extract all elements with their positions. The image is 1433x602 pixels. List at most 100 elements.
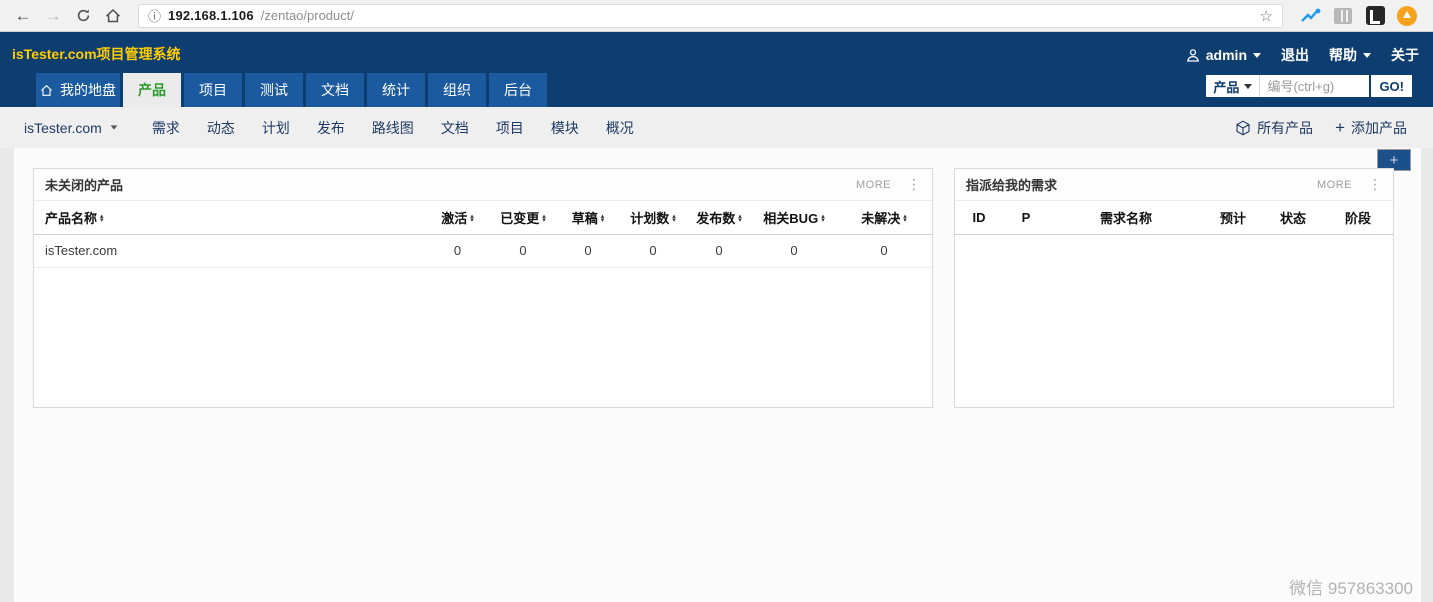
main-nav-tabs: 我的地盘 产品 项目 测试 文档 统计 组织 后台 xyxy=(36,73,547,107)
changed-count: 0 xyxy=(490,234,556,267)
tab-test[interactable]: 测试 xyxy=(245,73,303,107)
bug-count: 0 xyxy=(752,234,836,267)
sub-nav-links: 需求 动态 计划 发布 路线图 文档 项目 模块 概况 xyxy=(152,118,634,138)
kebab-menu-icon[interactable]: ⋮ xyxy=(907,176,921,193)
subnav-item-plan[interactable]: 计划 xyxy=(262,118,290,138)
tab-label: 后台 xyxy=(504,80,532,100)
tab-label: 组织 xyxy=(443,80,471,100)
sort-icon: ▴▾ xyxy=(542,215,546,224)
stories-panel-title: 指派给我的需求 xyxy=(966,175,1057,194)
tab-my-dashboard[interactable]: 我的地盘 xyxy=(36,73,120,107)
products-panel-header: 未关闭的产品 MORE ⋮ xyxy=(34,169,932,201)
all-products-link[interactable]: 所有产品 xyxy=(1235,118,1313,138)
products-more-link[interactable]: MORE xyxy=(856,179,891,191)
col-draft[interactable]: 草稿▴▾ xyxy=(556,201,620,234)
tab-label: 产品 xyxy=(138,80,166,100)
home-outline-icon xyxy=(40,84,53,97)
tab-doc[interactable]: 文档 xyxy=(306,73,364,107)
help-label: 帮助 xyxy=(1329,45,1357,65)
main-content: + 未关闭的产品 MORE ⋮ 产品名称▴▾ 激活▴▾ 已变更▴▾ 草稿▴▾ 计… xyxy=(14,148,1421,602)
tab-admin[interactable]: 后台 xyxy=(489,73,547,107)
my-stories-panel: 指派给我的需求 MORE ⋮ ID P 需求名称 预计 状态 阶段 xyxy=(954,168,1394,408)
home-icon[interactable] xyxy=(100,3,126,29)
sort-icon: ▴▾ xyxy=(903,215,907,224)
tab-report[interactable]: 统计 xyxy=(367,73,425,107)
search-scope-button[interactable]: 产品 xyxy=(1206,75,1259,97)
sort-icon: ▴▾ xyxy=(470,215,474,224)
release-count: 0 xyxy=(686,234,752,267)
user-area: admin 退出 帮助 关于 xyxy=(1186,45,1419,65)
columns-extension-icon[interactable] xyxy=(1333,6,1353,26)
dark-extension-icon[interactable] xyxy=(1365,6,1385,26)
trending-extension-icon[interactable] xyxy=(1301,6,1321,26)
add-product-link[interactable]: + 添加产品 xyxy=(1335,118,1407,138)
tab-org[interactable]: 组织 xyxy=(428,73,486,107)
subnav-item-project[interactable]: 项目 xyxy=(496,118,524,138)
subnav-item-module[interactable]: 模块 xyxy=(551,118,579,138)
col-bugs[interactable]: 相关BUG▴▾ xyxy=(752,201,836,234)
col-story-name[interactable]: 需求名称 xyxy=(1049,201,1203,234)
watermark-text: 微信 957863300 xyxy=(1289,574,1413,599)
plus-icon: + xyxy=(1335,119,1345,136)
product-name-link[interactable]: isTester.com xyxy=(34,234,425,267)
plan-count: 0 xyxy=(620,234,686,267)
url-path: /zentao/product/ xyxy=(261,8,354,23)
search-input[interactable] xyxy=(1259,75,1369,97)
col-unresolved[interactable]: 未解决▴▾ xyxy=(836,201,932,234)
search-scope-label: 产品 xyxy=(1213,77,1239,96)
about-link[interactable]: 关于 xyxy=(1391,45,1419,65)
stories-more-link[interactable]: MORE xyxy=(1317,179,1352,191)
sub-nav: isTester.com 需求 动态 计划 发布 路线图 文档 项目 模块 概况… xyxy=(0,107,1433,148)
col-id[interactable]: ID xyxy=(955,201,1003,234)
url-bar[interactable]: ⓘ 192.168.1.106/zentao/product/ ☆ xyxy=(138,4,1283,28)
col-product-name[interactable]: 产品名称▴▾ xyxy=(34,201,425,234)
caret-down-icon xyxy=(1253,53,1261,58)
col-active[interactable]: 激活▴▾ xyxy=(425,201,490,234)
tab-label: 我的地盘 xyxy=(60,80,116,100)
col-changed[interactable]: 已变更▴▾ xyxy=(490,201,556,234)
tab-project[interactable]: 项目 xyxy=(184,73,242,107)
col-releases[interactable]: 发布数▴▾ xyxy=(686,201,752,234)
sort-icon: ▴▾ xyxy=(738,215,742,224)
subnav-item-dynamic[interactable]: 动态 xyxy=(207,118,235,138)
subnav-item-release[interactable]: 发布 xyxy=(317,118,345,138)
tab-product[interactable]: 产品 xyxy=(123,73,181,107)
draft-count: 0 xyxy=(556,234,620,267)
app-title: isTester.com项目管理系统 xyxy=(12,44,181,64)
user-menu[interactable]: admin xyxy=(1186,47,1261,63)
help-menu[interactable]: 帮助 xyxy=(1329,45,1371,65)
col-estimate[interactable]: 预计 xyxy=(1203,201,1263,234)
col-plans[interactable]: 计划数▴▾ xyxy=(620,201,686,234)
cube-icon xyxy=(1235,120,1251,136)
app-header: isTester.com项目管理系统 admin 退出 帮助 关于 我的地盘 产… xyxy=(0,32,1433,107)
caret-down-icon xyxy=(1244,84,1252,89)
col-priority[interactable]: P xyxy=(1003,201,1049,234)
caret-down-icon xyxy=(110,125,117,129)
back-icon[interactable]: ← xyxy=(10,3,36,29)
sort-icon: ▴▾ xyxy=(100,215,104,224)
url-host: 192.168.1.106 xyxy=(168,8,254,23)
unresolved-count: 0 xyxy=(836,234,932,267)
user-icon xyxy=(1186,48,1200,62)
username: admin xyxy=(1206,47,1247,63)
page-info-icon[interactable]: ⓘ xyxy=(148,6,161,25)
product-switcher-label: isTester.com xyxy=(24,120,102,136)
kebab-menu-icon[interactable]: ⋮ xyxy=(1368,176,1382,193)
products-table-header-row: 产品名称▴▾ 激活▴▾ 已变更▴▾ 草稿▴▾ 计划数▴▾ 发布数▴▾ 相关BUG… xyxy=(34,201,932,234)
col-stage[interactable]: 阶段 xyxy=(1323,201,1393,234)
updater-extension-icon[interactable] xyxy=(1397,6,1417,26)
subnav-item-story[interactable]: 需求 xyxy=(152,118,180,138)
bookmark-star-icon[interactable]: ☆ xyxy=(1260,7,1273,25)
refresh-icon[interactable] xyxy=(70,3,96,29)
logout-link[interactable]: 退出 xyxy=(1281,45,1309,65)
tab-label: 文档 xyxy=(321,80,349,100)
subnav-item-roadmap[interactable]: 路线图 xyxy=(372,118,414,138)
global-search: 产品 GO! xyxy=(1206,75,1412,97)
search-go-button[interactable]: GO! xyxy=(1371,75,1412,97)
forward-icon[interactable]: → xyxy=(40,3,66,29)
subnav-item-doc[interactable]: 文档 xyxy=(441,118,469,138)
sort-icon: ▴▾ xyxy=(672,215,676,224)
col-status[interactable]: 状态 xyxy=(1263,201,1323,234)
product-switcher[interactable]: isTester.com xyxy=(24,120,118,136)
subnav-item-overview[interactable]: 概况 xyxy=(606,118,634,138)
